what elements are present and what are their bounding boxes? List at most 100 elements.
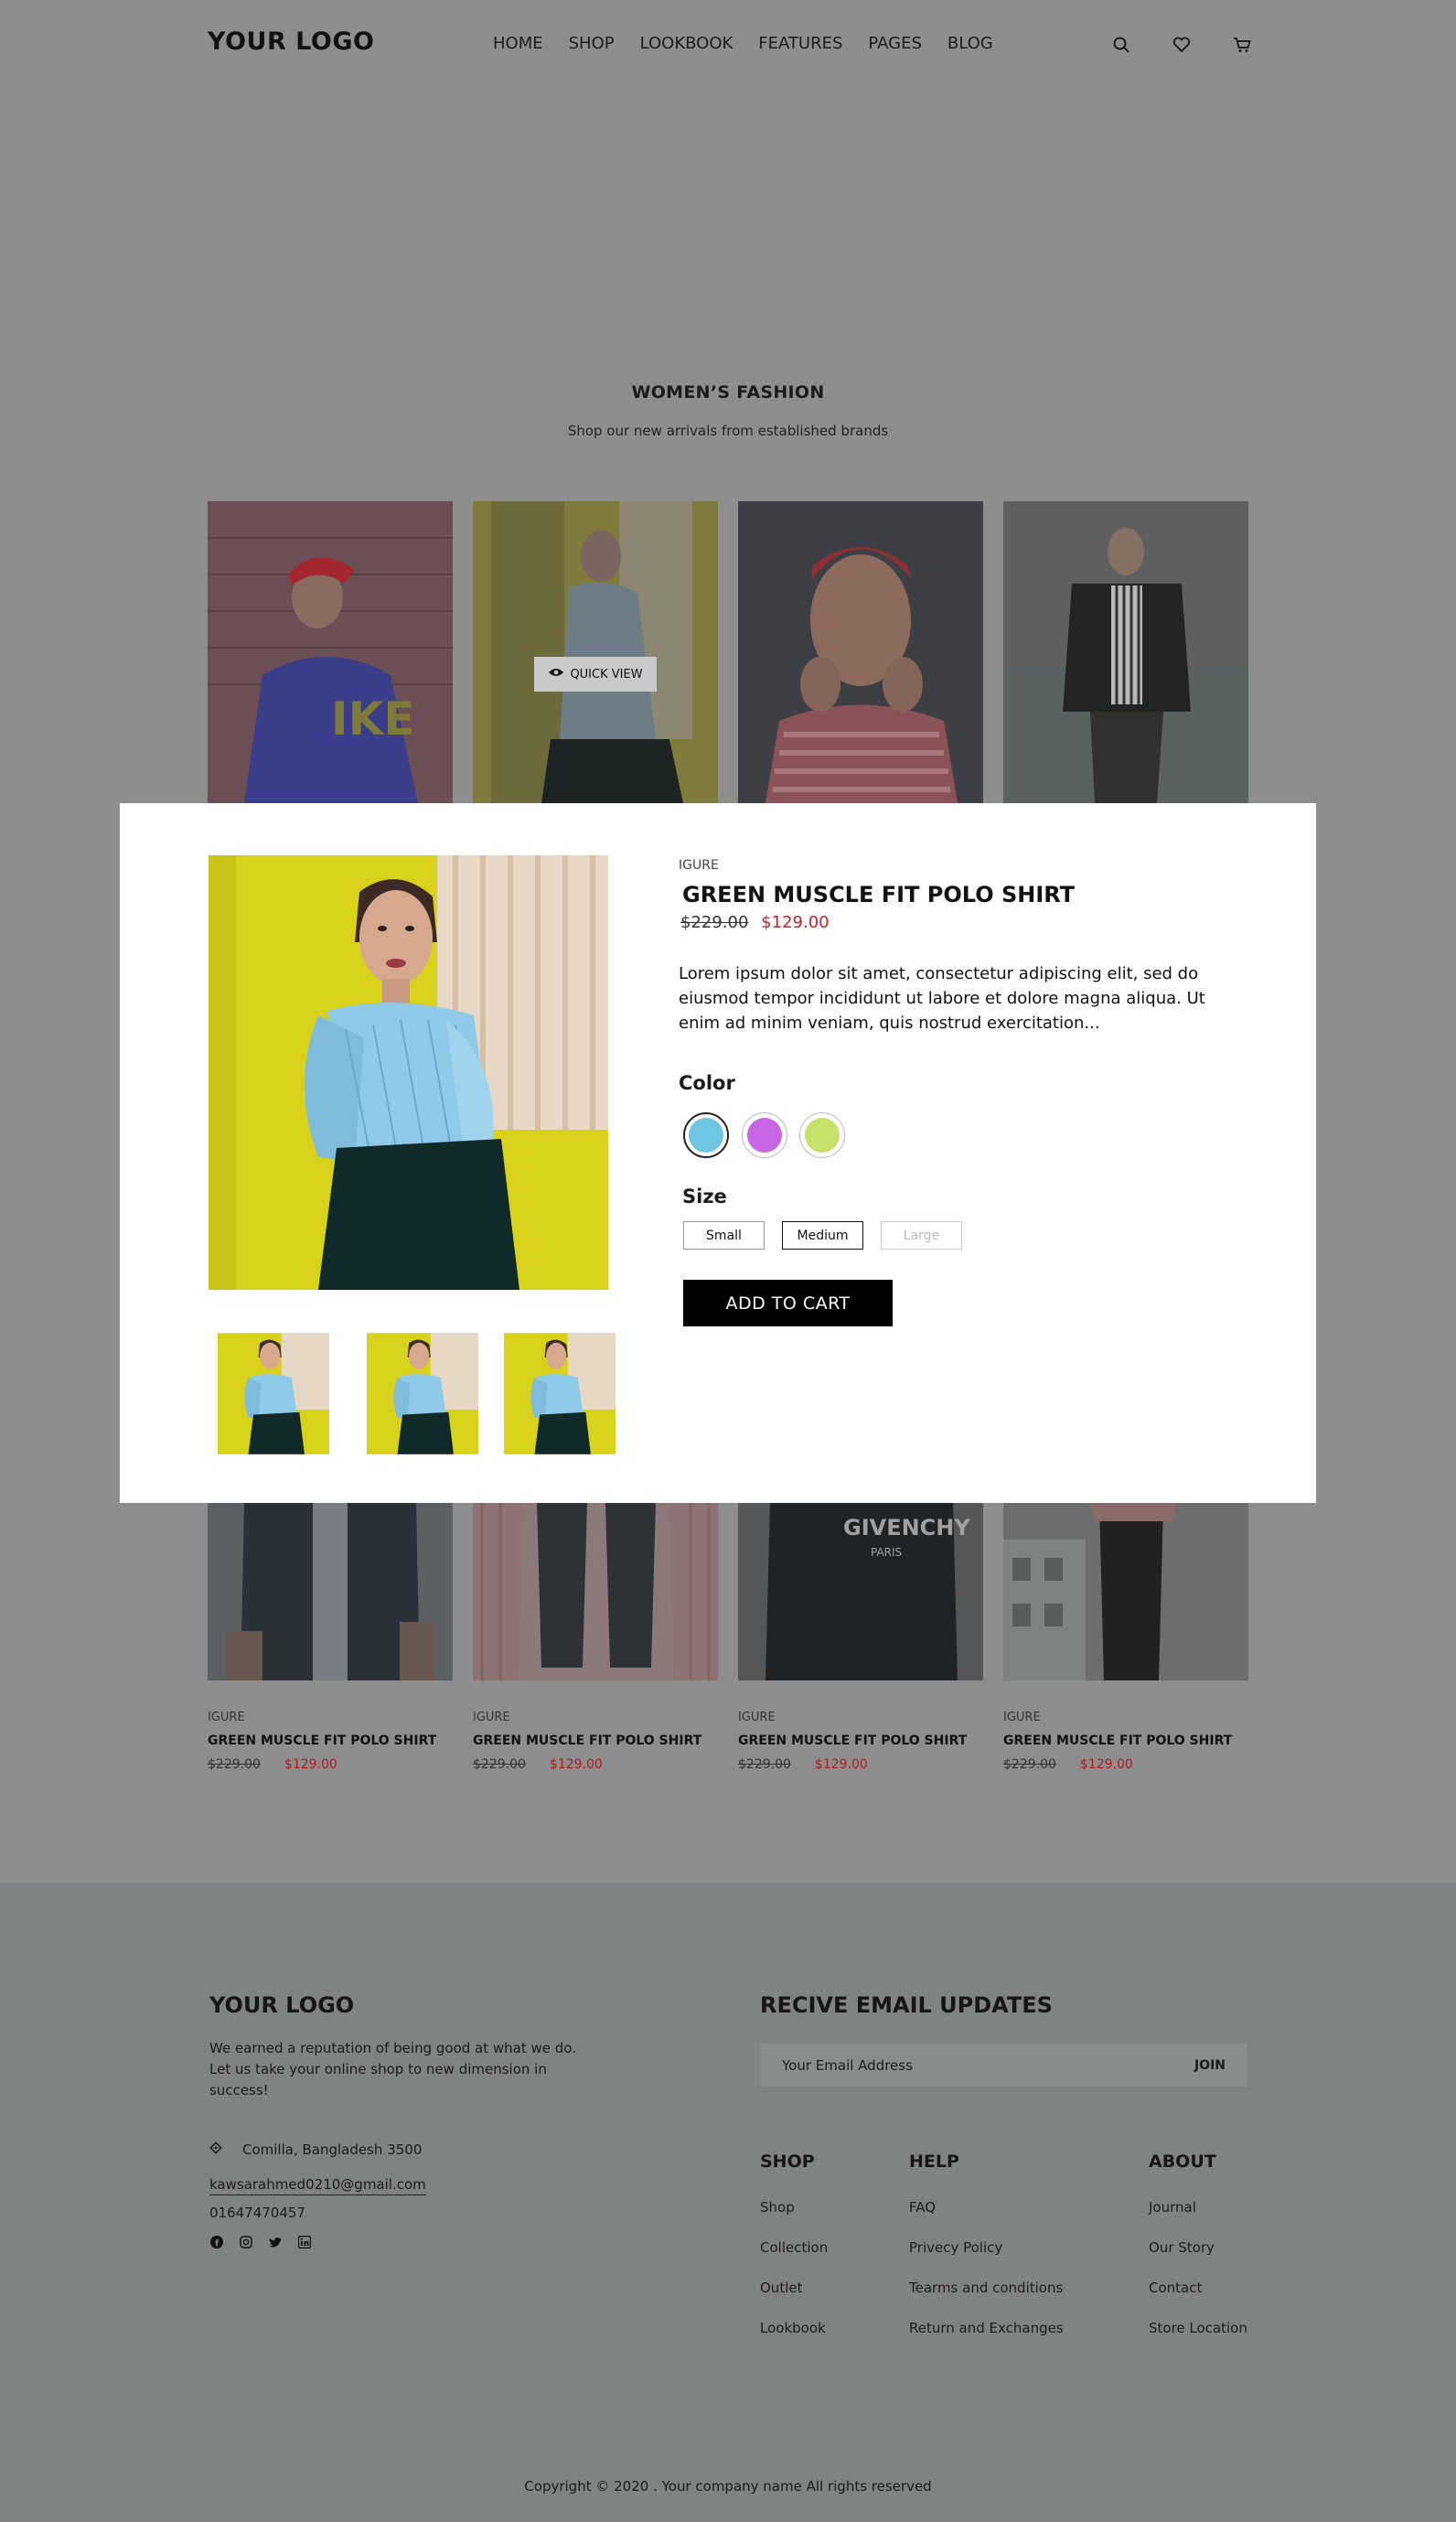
footer-column-title: ABOUT	[1149, 2152, 1216, 2172]
footer-link[interactable]: Outlet	[760, 2280, 828, 2320]
footer-phone: 01647470457	[209, 2205, 305, 2221]
nav-pages[interactable]: PAGES	[868, 34, 921, 53]
product-old-price: $229.00	[738, 1757, 791, 1772]
footer-column-title: SHOP	[760, 2152, 815, 2172]
nav-home[interactable]: HOME	[493, 34, 543, 53]
header-icons	[1109, 33, 1254, 57]
footer-link[interactable]: Our Story	[1149, 2239, 1247, 2280]
facebook-icon[interactable]: f	[209, 2235, 224, 2249]
product-image[interactable]: GIVENCHY PARIS	[738, 1503, 983, 1680]
product-card-info: IGURE GREEN MUSCLE FIT POLO SHIRT $229.0…	[208, 1711, 453, 1772]
product-name[interactable]: GREEN MUSCLE FIT POLO SHIRT	[1003, 1733, 1248, 1748]
footer-column-help: HELP FAQ Privecy Policy Tearms and condi…	[909, 2152, 1064, 2360]
footer-link[interactable]: Lookbook	[760, 2320, 828, 2360]
product-card-info: IGURE GREEN MUSCLE FIT POLO SHIRT $229.0…	[473, 1711, 718, 1772]
footer-link[interactable]: Collection	[760, 2239, 828, 2280]
size-medium-button[interactable]: Medium	[782, 1221, 863, 1250]
product-image[interactable]	[473, 501, 718, 803]
footer-column-about: ABOUT Journal Our Story Contact Store Lo…	[1149, 2152, 1247, 2360]
modal-thumbnail[interactable]	[367, 1333, 478, 1454]
product-old-price: $229.00	[473, 1757, 526, 1772]
modal-thumbnail[interactable]	[504, 1333, 616, 1454]
footer-link[interactable]: Journal	[1149, 2199, 1247, 2239]
product-image[interactable]	[473, 1503, 718, 1680]
eye-icon	[548, 667, 564, 681]
add-to-cart-button[interactable]: ADD TO CART	[683, 1280, 893, 1326]
product-image[interactable]	[1003, 1503, 1248, 1680]
instagram-icon[interactable]	[239, 2235, 253, 2249]
color-swatch-fill	[805, 1118, 840, 1153]
svg-text:PARIS: PARIS	[871, 1546, 902, 1559]
product-image[interactable]	[738, 501, 983, 803]
color-swatch-green[interactable]	[799, 1112, 845, 1158]
quick-view-label: QUICK VIEW	[570, 667, 643, 681]
product-card-info: IGURE GREEN MUSCLE FIT POLO SHIRT $229.0…	[1003, 1711, 1248, 1772]
footer-column-shop: SHOP Shop Collection Outlet Lookbook	[760, 2152, 828, 2360]
cart-icon[interactable]	[1230, 33, 1254, 57]
product-image[interactable]: IKE	[208, 501, 453, 803]
footer-link[interactable]: Shop	[760, 2199, 828, 2239]
search-icon[interactable]	[1109, 33, 1133, 57]
newsletter-title: RECIVE EMAIL UPDATES	[760, 1992, 1053, 2018]
twitter-icon[interactable]	[268, 2235, 283, 2249]
newsletter-email-input[interactable]: Your Email Address	[782, 2057, 913, 2074]
product-brand: IGURE	[1003, 1711, 1041, 1724]
modal-prices: $229.00 $129.00	[680, 913, 830, 932]
footer-address: Comilla, Bangladesh 3500	[209, 2141, 422, 2158]
modal-description: Lorem ipsum dolor sit amet, consectetur …	[679, 964, 1205, 1033]
quick-view-button[interactable]: QUICK VIEW	[534, 657, 657, 692]
footer-link[interactable]: Privecy Policy	[909, 2239, 1064, 2280]
main-nav: HOME SHOP LOOKBOOK FEATURES PAGES BLOG	[493, 34, 1019, 53]
product-brand: IGURE	[473, 1711, 510, 1724]
location-icon	[209, 2141, 222, 2158]
product-brand: IGURE	[738, 1711, 776, 1724]
nav-features[interactable]: FEATURES	[758, 34, 842, 53]
product-card-info: IGURE GREEN MUSCLE FIT POLO SHIRT $229.0…	[738, 1711, 983, 1772]
product-name[interactable]: GREEN MUSCLE FIT POLO SHIRT	[208, 1733, 453, 1748]
modal-old-price: $229.00	[680, 913, 749, 932]
size-small-button[interactable]: Small	[683, 1221, 765, 1250]
color-swatch-purple[interactable]	[742, 1112, 787, 1158]
modal-thumbnail[interactable]	[218, 1333, 329, 1454]
modal-new-price: $129.00	[761, 913, 830, 932]
footer-about: We earned a reputation of being good at …	[209, 2040, 576, 2098]
product-image[interactable]	[1003, 501, 1248, 803]
product-new-price: $129.00	[549, 1757, 603, 1772]
modal-product-title: GREEN MUSCLE FIT POLO SHIRT	[682, 882, 1076, 907]
header: YOUR LOGO HOME SHOP LOOKBOOK FEATURES PA…	[0, 0, 1445, 91]
svg-text:f: f	[215, 2239, 219, 2249]
product-old-price: $229.00	[1003, 1757, 1056, 1772]
footer-link[interactable]: Store Location	[1149, 2320, 1247, 2360]
nav-shop[interactable]: SHOP	[569, 34, 615, 53]
footer-link[interactable]: Tearms and conditions	[909, 2280, 1064, 2320]
size-large-button[interactable]: Large	[881, 1221, 962, 1250]
linkedin-icon[interactable]	[297, 2235, 312, 2249]
footer-logo[interactable]: YOUR LOGO	[209, 1992, 354, 2018]
color-swatch-blue[interactable]	[683, 1112, 729, 1158]
svg-text:IKE: IKE	[331, 692, 415, 746]
svg-text:GIVENCHY: GIVENCHY	[843, 1515, 970, 1540]
nav-lookbook[interactable]: LOOKBOOK	[640, 34, 733, 53]
product-name[interactable]: GREEN MUSCLE FIT POLO SHIRT	[738, 1733, 983, 1748]
address-text: Comilla, Bangladesh 3500	[242, 2141, 423, 2158]
copyright: Copyright © 2020 . Your company name All…	[524, 2478, 932, 2495]
modal-main-image	[209, 855, 608, 1290]
newsletter-form: Your Email Address JOIN	[760, 2044, 1247, 2087]
footer-link[interactable]: Return and Exchanges	[909, 2320, 1064, 2360]
section-subtitle: Shop our new arrivals from established b…	[567, 423, 889, 439]
section-title: WOMEN’S FASHION	[631, 382, 825, 402]
color-swatch-fill	[689, 1118, 723, 1153]
join-button[interactable]: JOIN	[1194, 2058, 1226, 2073]
nav-blog[interactable]: BLOG	[947, 34, 993, 53]
product-new-price: $129.00	[284, 1757, 337, 1772]
heart-icon[interactable]	[1170, 33, 1194, 57]
footer-link[interactable]: Contact	[1149, 2280, 1247, 2320]
color-label: Color	[679, 1072, 735, 1094]
footer-email-link[interactable]: kawsarahmed0210@gmail.com	[209, 2176, 426, 2195]
footer: YOUR LOGO We earned a reputation of bein…	[0, 1883, 1456, 2522]
product-image[interactable]	[208, 1503, 453, 1680]
logo[interactable]: YOUR LOGO	[208, 27, 374, 56]
product-brand: IGURE	[208, 1711, 245, 1724]
footer-link[interactable]: FAQ	[909, 2199, 1064, 2239]
product-name[interactable]: GREEN MUSCLE FIT POLO SHIRT	[473, 1733, 718, 1748]
